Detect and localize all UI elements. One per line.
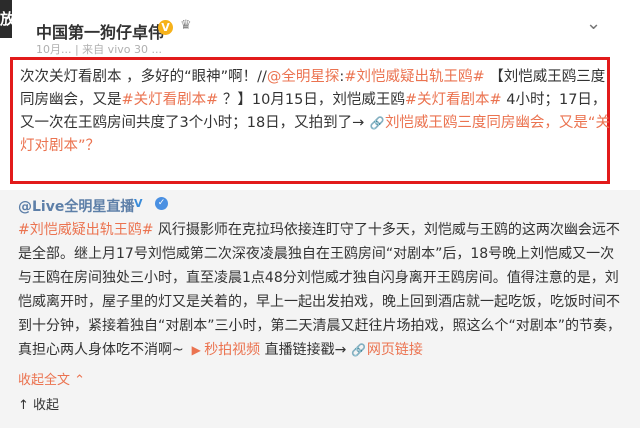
verified-icon: V bbox=[158, 20, 173, 35]
link-icon: 🔗 bbox=[369, 116, 385, 130]
repost-author[interactable]: @Live全明星直播 bbox=[18, 196, 134, 216]
bottom-collapse-label: 收起 bbox=[33, 398, 60, 413]
video-link-text: 秒拍视频 bbox=[204, 342, 261, 358]
collapse-full-text[interactable]: 收起全文 ⌃ bbox=[18, 369, 85, 388]
post-meta: 10月... | 来自 vivo 30 ... bbox=[36, 43, 162, 56]
bottom-collapse[interactable]: ↑ 收起 bbox=[18, 394, 59, 413]
hashtag-link-1[interactable]: #刘恺威疑出轨王鸥# bbox=[344, 69, 484, 85]
chevron-down-icon[interactable]: ⌄ bbox=[586, 13, 610, 37]
post-header: 放 中国第一狗仔卓伟 V ♛ ⌄ 10月... | 来自 vivo 30 ... bbox=[0, 0, 640, 62]
live-link[interactable]: 直播链接戳→ bbox=[260, 342, 347, 358]
video-link[interactable]: ▶ 秒拍视频 bbox=[188, 342, 261, 358]
repost-text: 风行摄影师在克拉玛依接连盯守了十多天，刘恺威与王鸥的这两次幽会远不是全部。继上月… bbox=[18, 222, 622, 358]
left-cut-text: 放 bbox=[0, 10, 12, 28]
post-text-1: 次次关灯看剧本 ，多好的“眼神”啊！// bbox=[20, 69, 267, 85]
post-body: 次次关灯看剧本 ，多好的“眼神”啊！//@全明星探:#刘恺威疑出轨王鸥# 【刘恺… bbox=[20, 66, 616, 158]
mention-link[interactable]: @全明星探 bbox=[267, 69, 340, 85]
chevron-up-icon: ⌃ bbox=[74, 373, 86, 388]
web-link-text: 网页链接 bbox=[366, 342, 423, 358]
collapse-label: 收起全文 bbox=[18, 373, 71, 388]
web-icon: 🔗 bbox=[351, 343, 367, 357]
v-badge-icon: V bbox=[134, 197, 143, 210]
up-arrow-icon: ↑ bbox=[18, 398, 29, 413]
verified-blue-icon: ✓ bbox=[155, 197, 168, 210]
left-cut-area: 放 bbox=[0, 0, 12, 38]
username[interactable]: 中国第一狗仔卓伟 bbox=[36, 19, 164, 43]
post-text-4: ？】10月15日，刘恺威王鸥 bbox=[218, 92, 405, 108]
crown-icon: ♛ bbox=[180, 18, 192, 33]
repost-hashtag[interactable]: #刘恺威疑出轨王鸥# bbox=[18, 222, 153, 238]
hashtag-link-2[interactable]: #关灯看剧本# bbox=[122, 92, 219, 108]
web-link[interactable]: 🔗网页链接 bbox=[351, 342, 423, 358]
hashtag-link-3[interactable]: #关灯看剧本# bbox=[405, 92, 502, 108]
repost-body: #刘恺威疑出轨王鸥# 风行摄影师在克拉玛依接连盯守了十多天，刘恺威与王鸥的这两次… bbox=[18, 218, 622, 362]
video-icon: ▶ bbox=[191, 343, 201, 357]
